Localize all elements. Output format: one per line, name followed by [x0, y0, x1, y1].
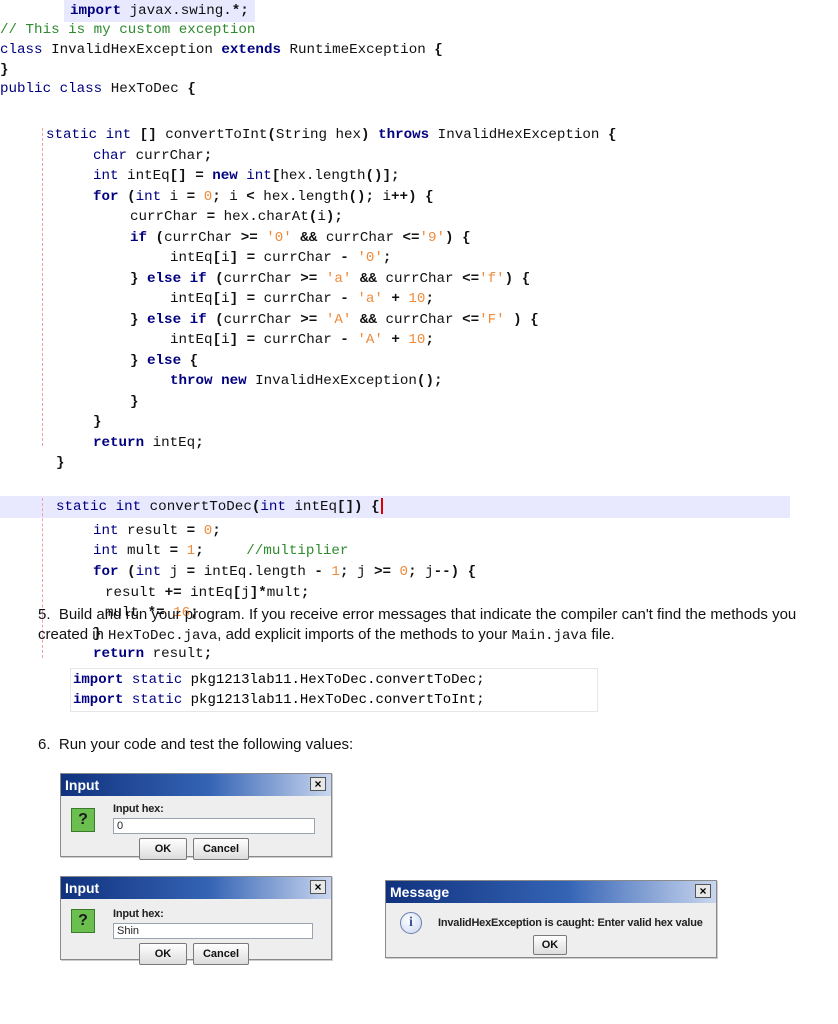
cancel-button[interactable]: Cancel: [193, 943, 249, 965]
dialog-title: Input: [65, 777, 100, 793]
step-5-instruction: 5. Build and run your program. If you re…: [38, 605, 818, 646]
step-text: Run your code and test the following val…: [58, 736, 354, 753]
code-line: static int [] convertToInt(String hex) t…: [46, 127, 617, 143]
input-dialog-1: Input × ? Input hex: 0 OK Cancel: [60, 773, 332, 860]
message-dialog: Message × i InvalidHexException is caugh…: [385, 880, 717, 958]
code-line: currChar = hex.charAt(i);: [130, 209, 343, 225]
code-line: } else if (currChar >= 'a' && currChar <…: [130, 271, 531, 287]
inline-code: HexToDec.java: [108, 628, 218, 644]
step-6-instruction: 6. Run your code and test the following …: [38, 735, 353, 755]
close-icon[interactable]: ×: [310, 880, 326, 894]
step-number: 5.: [38, 606, 51, 623]
hex-input-field[interactable]: 0: [113, 818, 315, 834]
code-line: for (int j = intEq.length - 1; j >= 0; j…: [93, 564, 477, 580]
code-line: for (int i = 0; i < hex.length(); i++) {: [93, 189, 434, 205]
code-line: class InvalidHexException extends Runtim…: [0, 42, 443, 58]
code-line: int intEq[] = new int[hex.length()];: [93, 168, 400, 184]
inline-code: Main.java: [511, 628, 588, 644]
close-icon[interactable]: ×: [310, 777, 326, 791]
code-line: intEq[i] = currChar - '0';: [170, 250, 392, 266]
code-line: throw new InvalidHexException();: [170, 373, 443, 389]
step-text: , add explicit imports of the methods to…: [217, 626, 512, 643]
text-caret: [380, 498, 383, 515]
code-line: result += intEq[j]*mult;: [105, 585, 310, 601]
dialog-title: Message: [390, 884, 450, 900]
code-line: intEq[i] = currChar - 'A' + 10;: [170, 332, 434, 348]
import-keyword: import: [73, 672, 124, 688]
code-line: }: [130, 394, 139, 410]
gutter-marker: [42, 128, 43, 446]
dialog-title-bar: Input ×: [61, 774, 331, 796]
code-line: }: [93, 414, 102, 430]
input-dialog-2: Input × ? Input hex: Shin OK Cancel: [60, 876, 332, 965]
code-line: static int convertToDec(int intEq[]) {: [56, 496, 383, 518]
hex-input-field[interactable]: Shin: [113, 923, 313, 939]
message-text: InvalidHexException is caught: Enter val…: [438, 917, 703, 929]
prompt-label: Input hex:: [113, 908, 164, 920]
import-keyword: import: [73, 692, 124, 708]
question-icon: ?: [71, 808, 95, 832]
ok-button[interactable]: OK: [533, 935, 567, 955]
info-icon: i: [400, 912, 422, 934]
code-line: } else {: [130, 353, 199, 369]
code-line: intEq[i] = currChar - 'a' + 10;: [170, 291, 434, 307]
code-line: } else if (currChar >= 'A' && currChar <…: [130, 312, 539, 328]
import-path: pkg1213lab11.HexToDec.convertToDec;: [190, 672, 485, 688]
import-snippet: import static pkg1213lab11.HexToDec.conv…: [70, 668, 598, 712]
code-line: char currChar;: [93, 148, 213, 164]
step-number: 6.: [38, 736, 51, 753]
dialog-title-bar: Input ×: [61, 877, 331, 899]
step-text: file.: [587, 626, 615, 643]
close-icon[interactable]: ×: [695, 884, 711, 898]
code-line: int mult = 1; //multiplier: [93, 543, 349, 559]
ok-button[interactable]: OK: [139, 838, 187, 860]
code-line: if (currChar >= '0' && currChar <='9') {: [130, 230, 471, 246]
code-line: int result = 0;: [93, 523, 221, 539]
cancel-button[interactable]: Cancel: [193, 838, 249, 860]
code-line: return intEq;: [93, 435, 204, 451]
code-line: return result;: [93, 646, 213, 662]
code-line: }: [56, 455, 65, 471]
question-icon: ?: [71, 909, 95, 933]
code-line: // This is my custom exception: [0, 22, 256, 38]
ok-button[interactable]: OK: [139, 943, 187, 965]
dialog-title: Input: [65, 880, 100, 896]
dialog-title-bar: Message ×: [386, 881, 716, 903]
static-keyword: static: [131, 692, 183, 708]
code-line: public class HexToDec {: [0, 81, 196, 97]
import-path: pkg1213lab11.HexToDec.convertToInt;: [190, 692, 485, 708]
prompt-label: Input hex:: [113, 803, 164, 815]
static-keyword: static: [131, 672, 183, 688]
